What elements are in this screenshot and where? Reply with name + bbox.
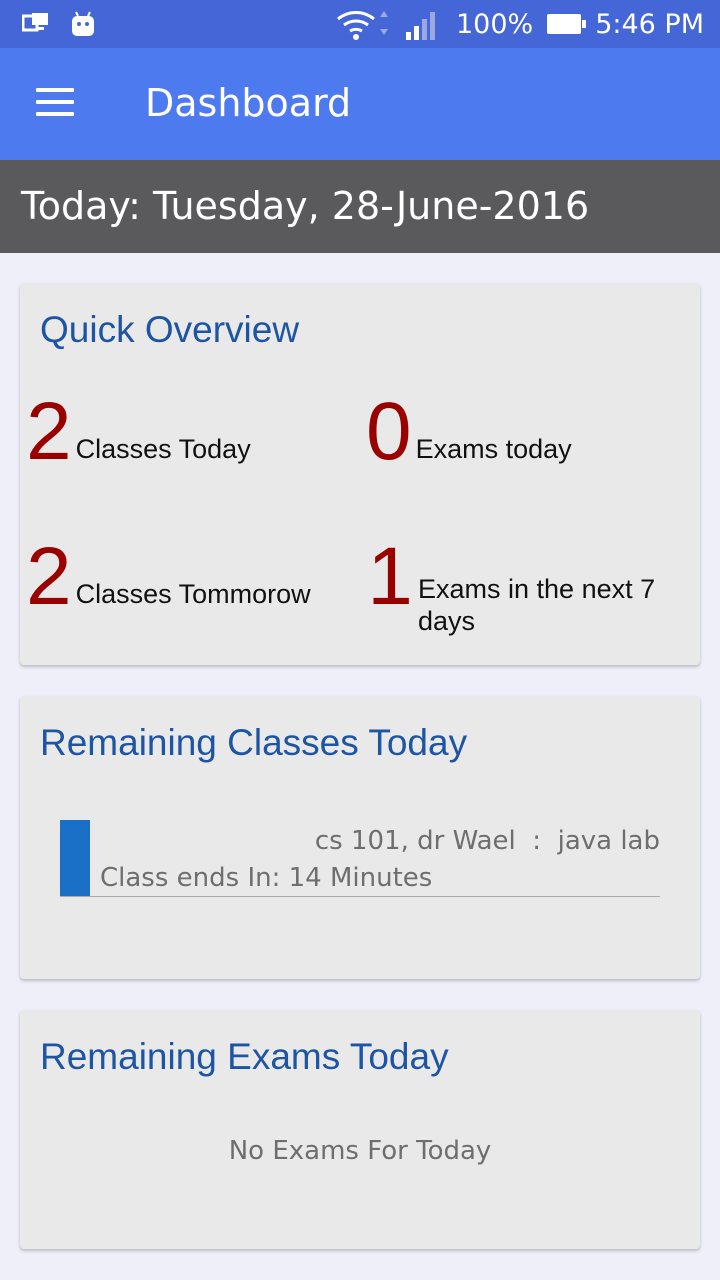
remaining-classes-title: Remaining Classes Today — [40, 722, 468, 763]
stat-label: Exams in the next 7 days — [418, 574, 656, 637]
class-indicator — [60, 820, 90, 896]
quick-overview-title: Quick Overview — [40, 309, 300, 350]
class-list-item[interactable]: cs 101, dr Wael : java lab Class ends In… — [60, 820, 660, 897]
today-date: Today: Tuesday, 28-June-2016 — [21, 184, 590, 228]
stat-label: Exams today — [415, 433, 572, 464]
app-toolbar: Dashboard — [0, 48, 720, 160]
stat-value: 2 — [26, 386, 72, 477]
remaining-classes-card: Remaining Classes Today cs 101, dr Wael … — [20, 696, 700, 979]
quick-overview-card: Quick Overview 2 Classes Today 0 Exams t… — [20, 283, 700, 665]
stat-label: Classes Tommorow — [75, 578, 311, 609]
stat-exams-today: 0 Exams today — [366, 386, 686, 477]
remaining-exams-card: Remaining Exams Today No Exams For Today — [20, 1010, 700, 1249]
wifi-icon — [337, 11, 388, 40]
clock: 5:46 PM — [595, 8, 704, 40]
stat-label: Classes Today — [75, 433, 251, 464]
menu-icon[interactable] — [36, 88, 76, 120]
stat-exams-next-7-days: 1 Exams in the next 7 days — [366, 531, 686, 638]
signal-icon — [406, 12, 435, 40]
remaining-exams-title: Remaining Exams Today — [40, 1036, 449, 1077]
stat-value: 0 — [366, 386, 412, 477]
stat-classes-tomorrow: 2 Classes Tommorow — [26, 531, 346, 622]
battery-icon — [547, 14, 587, 34]
stat-value: 1 — [367, 531, 413, 622]
page-title: Dashboard — [145, 81, 352, 125]
screen-mirror-icon — [22, 13, 48, 32]
android-icon — [72, 11, 94, 36]
class-name: cs 101, dr Wael : java lab — [314, 826, 660, 856]
date-bar: Today: Tuesday, 28-June-2016 — [0, 160, 720, 253]
stat-classes-today: 2 Classes Today — [26, 386, 346, 477]
status-bar: 100% 5:46 PM — [0, 0, 720, 48]
stat-value: 2 — [26, 531, 72, 622]
battery-percent: 100% — [456, 8, 534, 40]
no-exams-message: No Exams For Today — [228, 1136, 492, 1166]
class-ends-in: Class ends In: 14 Minutes — [100, 863, 433, 893]
